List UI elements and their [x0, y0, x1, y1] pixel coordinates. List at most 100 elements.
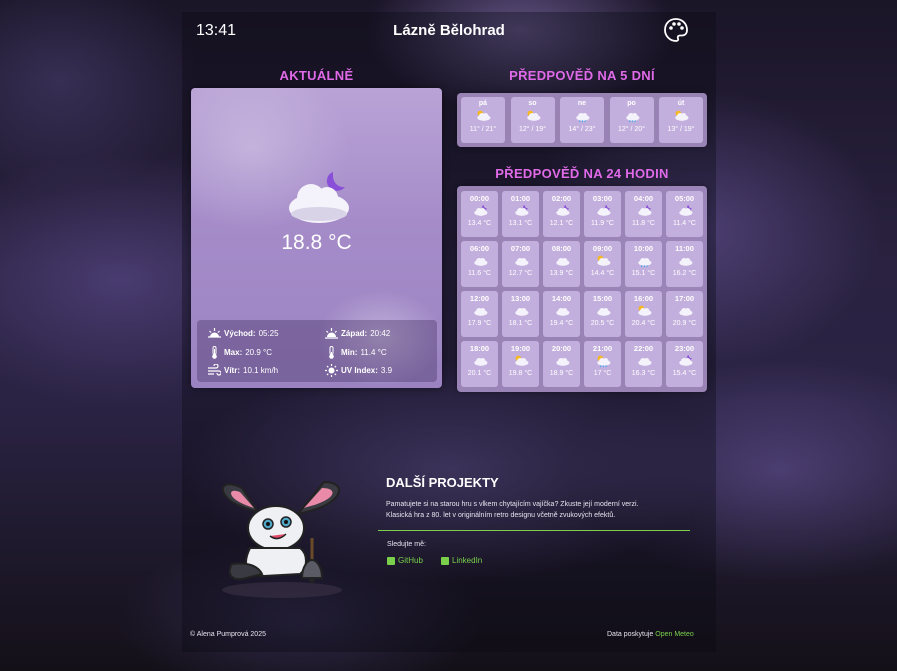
min-label: Min: — [341, 348, 358, 357]
header: 13:41 Lázně Bělohrad — [182, 12, 716, 50]
projects-description: Pamatujete si na starou hru s vlkem chyt… — [386, 499, 696, 521]
hour-card: 11:00 16.2 °C — [666, 241, 703, 287]
hour-card: 08:00 13.9 °C — [543, 241, 580, 287]
hour-temperature: 11.9 °C — [591, 220, 614, 227]
linkedin-link[interactable]: LinkedIn — [441, 556, 482, 565]
hour-card: 09:00 14.4 °C — [584, 241, 621, 287]
hour-time: 03:00 — [592, 194, 613, 203]
data-credit: Data poskytuje Open Meteo — [607, 631, 694, 638]
hour-time: 04:00 — [633, 194, 654, 203]
hour-time: 22:00 — [633, 344, 654, 353]
hour-time: 12:00 — [469, 294, 490, 303]
hour-temperature: 18.9 °C — [549, 370, 574, 377]
sunset-label: Západ: — [341, 329, 368, 338]
hour-card: 23:00 15.4 °C — [666, 341, 703, 387]
hour-temperature: 16.2 °C — [672, 270, 697, 277]
current-details: Východ: 05:25 Západ: 20:42 Max: 20.9 °C … — [197, 320, 437, 382]
sunrise-value: 05:25 — [258, 329, 279, 338]
hour-card: 00:00 13.4 °C — [461, 191, 498, 237]
cloud-icon — [514, 257, 528, 266]
hour-time: 05:00 — [674, 194, 695, 203]
cloud-icon — [473, 357, 487, 366]
current-title: AKTUÁLNĚ — [279, 68, 354, 83]
hour-time: 23:00 — [674, 344, 695, 353]
projects-title: DALŠÍ PROJEKTY — [386, 475, 499, 490]
cloud-icon — [514, 307, 528, 316]
uv-row: UV Index: 3.9 — [325, 364, 392, 377]
hour-temperature: 18.1 °C — [508, 320, 533, 327]
sun-cloud-icon — [596, 255, 610, 266]
moon-cloud-icon — [678, 354, 692, 366]
github-link[interactable]: GitHub — [387, 556, 423, 565]
hour-card: 19:00 19.8 °C — [502, 341, 539, 387]
divider — [378, 530, 690, 531]
hour-temperature: 14.4 °C — [590, 270, 615, 277]
sun-cloud-icon — [514, 355, 528, 366]
hour-card: 10:00 15.1 °C — [625, 241, 662, 287]
hour-temperature: 11.4 °C — [673, 220, 696, 227]
hour-temperature: 12.7 °C — [508, 270, 533, 277]
cloud-icon — [473, 307, 487, 316]
forecast24-panel: 00:00 13.4 °C 01:00 13.1 °C 02:00 12.1 °C 03:0… — [457, 186, 707, 392]
day-name: so — [528, 100, 537, 107]
max-value: 20.9 °C — [245, 348, 273, 357]
min-value: 11.4 °C — [360, 348, 387, 357]
day-name: po — [627, 100, 636, 107]
forecast5-title: PŘEDPOVĚĎ NA 5 DNÍ — [509, 68, 655, 83]
sunrise-row: Východ: 05:25 — [208, 327, 279, 340]
moon-cloud-icon — [473, 204, 487, 216]
sun-icon — [325, 364, 338, 377]
moon-cloud-icon — [514, 204, 528, 216]
day-card: ne 14° / 23° — [560, 97, 604, 143]
hour-card: 17:00 20.9 °C — [666, 291, 703, 337]
hour-card: 05:00 11.4 °C — [666, 191, 703, 237]
hour-card: 18:00 20.1 °C — [461, 341, 498, 387]
hour-time: 18:00 — [469, 344, 490, 353]
hour-time: 02:00 — [551, 194, 572, 203]
linkedin-label: LinkedIn — [452, 556, 483, 565]
hour-temperature: 13.1 °C — [508, 220, 533, 227]
hour-time: 01:00 — [510, 194, 531, 203]
day-name: út — [677, 100, 685, 107]
sunset-row: Západ: 20:42 — [325, 327, 390, 340]
hour-temperature: 11.8 °C — [632, 220, 655, 227]
city-name: Lázně Bělohrad — [393, 22, 505, 39]
hour-card: 12:00 17.9 °C — [461, 291, 498, 337]
day-temp-range: 13° / 19° — [667, 126, 695, 133]
hour-temperature: 15.1 °C — [631, 270, 656, 277]
rabbit-mascot-image — [221, 480, 342, 598]
hour-card: 06:00 11.6 °C — [461, 241, 498, 287]
day-card: pá 11° / 21° — [461, 97, 505, 143]
day-temp-range: 12° / 20° — [617, 126, 645, 133]
day-card: út 13° / 19° — [659, 97, 703, 143]
forecast24-title: PŘEDPOVĚĎ NA 24 HODIN — [495, 166, 669, 181]
projects-text-line2: Klasická hra z 80. let v originálním ret… — [386, 512, 616, 519]
hour-time: 15:00 — [592, 294, 613, 303]
github-label: GitHub — [398, 556, 423, 565]
day-card: so 12° / 19° — [510, 97, 555, 143]
open-meteo-link[interactable]: Open Meteo — [655, 631, 694, 638]
cloud-icon — [678, 257, 692, 266]
hour-temperature: 15.4 °C — [672, 370, 697, 377]
max-row: Max: 20.9 °C — [208, 346, 272, 359]
max-label: Max: — [224, 348, 243, 357]
hour-time: 08:00 — [551, 244, 572, 253]
hour-card: 15:00 20.5 °C — [584, 291, 621, 337]
hour-time: 17:00 — [674, 294, 695, 303]
hour-time: 21:00 — [592, 344, 613, 353]
palette-icon[interactable] — [662, 16, 690, 44]
cloud-icon — [555, 257, 569, 266]
hour-temperature: 17 °C — [593, 370, 612, 377]
sun-cloud-icon — [526, 110, 540, 121]
hour-temperature: 20.4 °C — [631, 320, 656, 327]
hour-temperature: 20.9 °C — [672, 320, 697, 327]
sun-cloud-icon — [675, 110, 689, 121]
projects-game-link[interactable]: Pamatujete si na starou hru s vlkem chyt… — [386, 501, 639, 508]
hour-card: 13:00 18.1 °C — [502, 291, 539, 337]
hour-card: 20:00 18.9 °C — [543, 341, 580, 387]
thermometer-icon — [212, 346, 217, 359]
moon-cloud-icon — [555, 204, 569, 216]
cloud-icon — [555, 307, 569, 316]
hour-time: 10:00 — [633, 244, 654, 253]
hour-temperature: 19.4 °C — [549, 320, 574, 327]
